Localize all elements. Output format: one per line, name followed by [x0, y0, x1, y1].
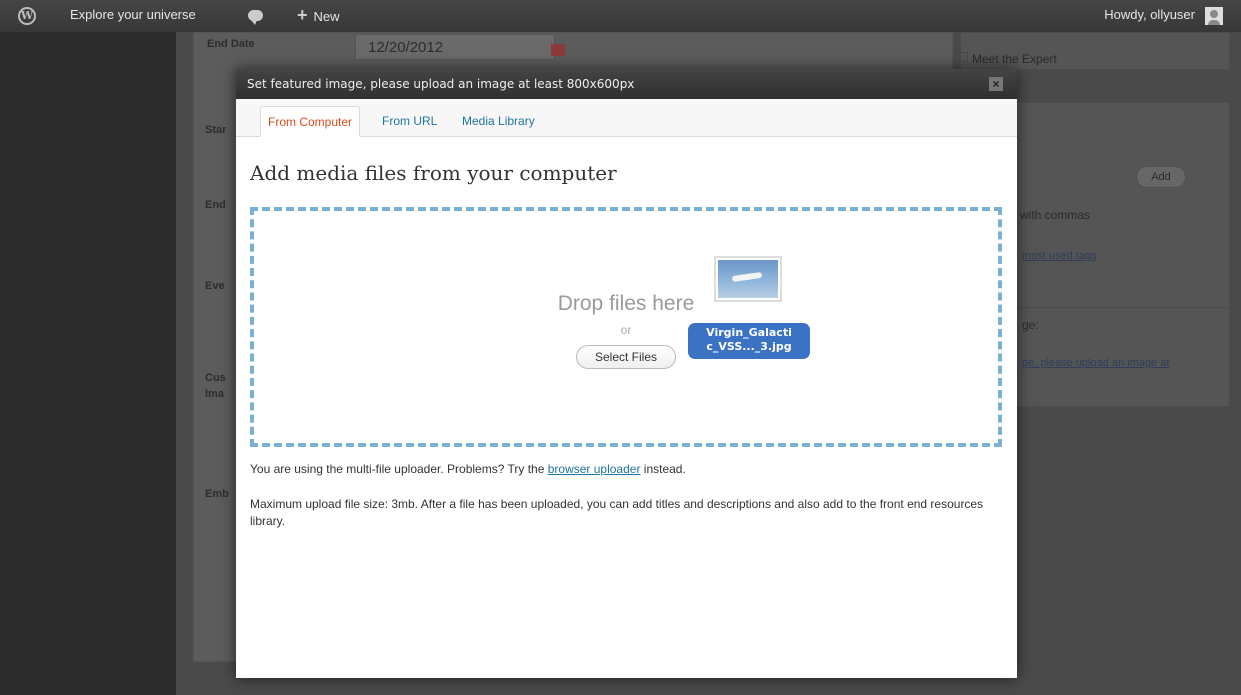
drop-zone[interactable]: Drop files here or Select Files Virgin_G…: [250, 207, 1002, 447]
tab-from-computer[interactable]: From Computer: [260, 106, 361, 137]
uploader-info-text: You are using the multi-file uploader. P…: [250, 462, 548, 476]
or-text: or: [620, 323, 632, 337]
upload-modal: Set featured image, please upload an ima…: [236, 69, 1017, 678]
most-used-tags-link[interactable]: most used tags: [1022, 250, 1097, 262]
start-label-fragment: Star: [205, 124, 227, 136]
separate-commas-text: with commas: [1020, 208, 1091, 222]
drop-files-text: Drop files here: [557, 292, 695, 315]
upload-heading: Add media files from your computer: [250, 161, 617, 185]
admin-sidebar: [0, 32, 176, 695]
calendar-icon[interactable]: [551, 44, 565, 56]
end-date-field[interactable]: 12/20/2012: [355, 34, 555, 60]
set-featured-image-link[interactable]: ge, please upload an image at: [1022, 357, 1169, 369]
wordpress-logo-icon[interactable]: W: [18, 0, 40, 32]
file-name-line-2: c_VSS..._3.jpg: [706, 340, 792, 353]
dragged-file-chip[interactable]: Virgin_Galacti c_VSS..._3.jpg: [688, 323, 810, 359]
end-label-fragment: End: [205, 199, 226, 211]
dragged-file-thumbnail: [714, 256, 782, 302]
event-label-fragment: Eve: [205, 280, 225, 292]
admin-bar: W Explore your universe + New Howdy, olly…: [0, 0, 1241, 32]
file-name-line-1: Virgin_Galacti: [706, 326, 792, 339]
meet-expert-label: Meet the Expert: [972, 52, 1057, 66]
modal-tabs: From Computer From URL Media Library: [236, 99, 1017, 137]
image-label-fragment: Ima: [205, 388, 224, 400]
plus-icon: +: [297, 5, 308, 25]
meet-expert-checkbox[interactable]: [958, 52, 968, 62]
tab-from-url[interactable]: From URL: [375, 106, 444, 137]
featured-image-heading: ge:: [1022, 318, 1039, 332]
avatar-icon[interactable]: [1205, 7, 1223, 25]
browser-uploader-link[interactable]: browser uploader: [548, 462, 641, 476]
end-date-label: End Date: [207, 38, 255, 50]
new-content-link[interactable]: + New: [297, 0, 340, 32]
comments-link[interactable]: [248, 0, 263, 32]
tab-media-library[interactable]: Media Library: [455, 106, 542, 137]
max-upload-size-text: Maximum upload file size: 3mb. After a f…: [250, 497, 984, 528]
embed-label-fragment: Emb: [205, 488, 229, 500]
add-tag-button[interactable]: Add: [1136, 166, 1186, 188]
select-files-button[interactable]: Select Files: [576, 345, 676, 369]
new-label: New: [313, 9, 340, 24]
comment-bubble-icon: [248, 10, 263, 25]
close-icon[interactable]: ×: [989, 77, 1003, 91]
uploader-info: You are using the multi-file uploader. P…: [250, 461, 686, 478]
howdy-account-link[interactable]: Howdy, ollyuser: [1104, 0, 1195, 32]
modal-title: Set featured image, please upload an ima…: [236, 69, 1017, 99]
custom-label-fragment: Cus: [205, 372, 226, 384]
site-name-link[interactable]: Explore your universe: [70, 0, 196, 32]
uploader-info-suffix: instead.: [640, 462, 686, 476]
